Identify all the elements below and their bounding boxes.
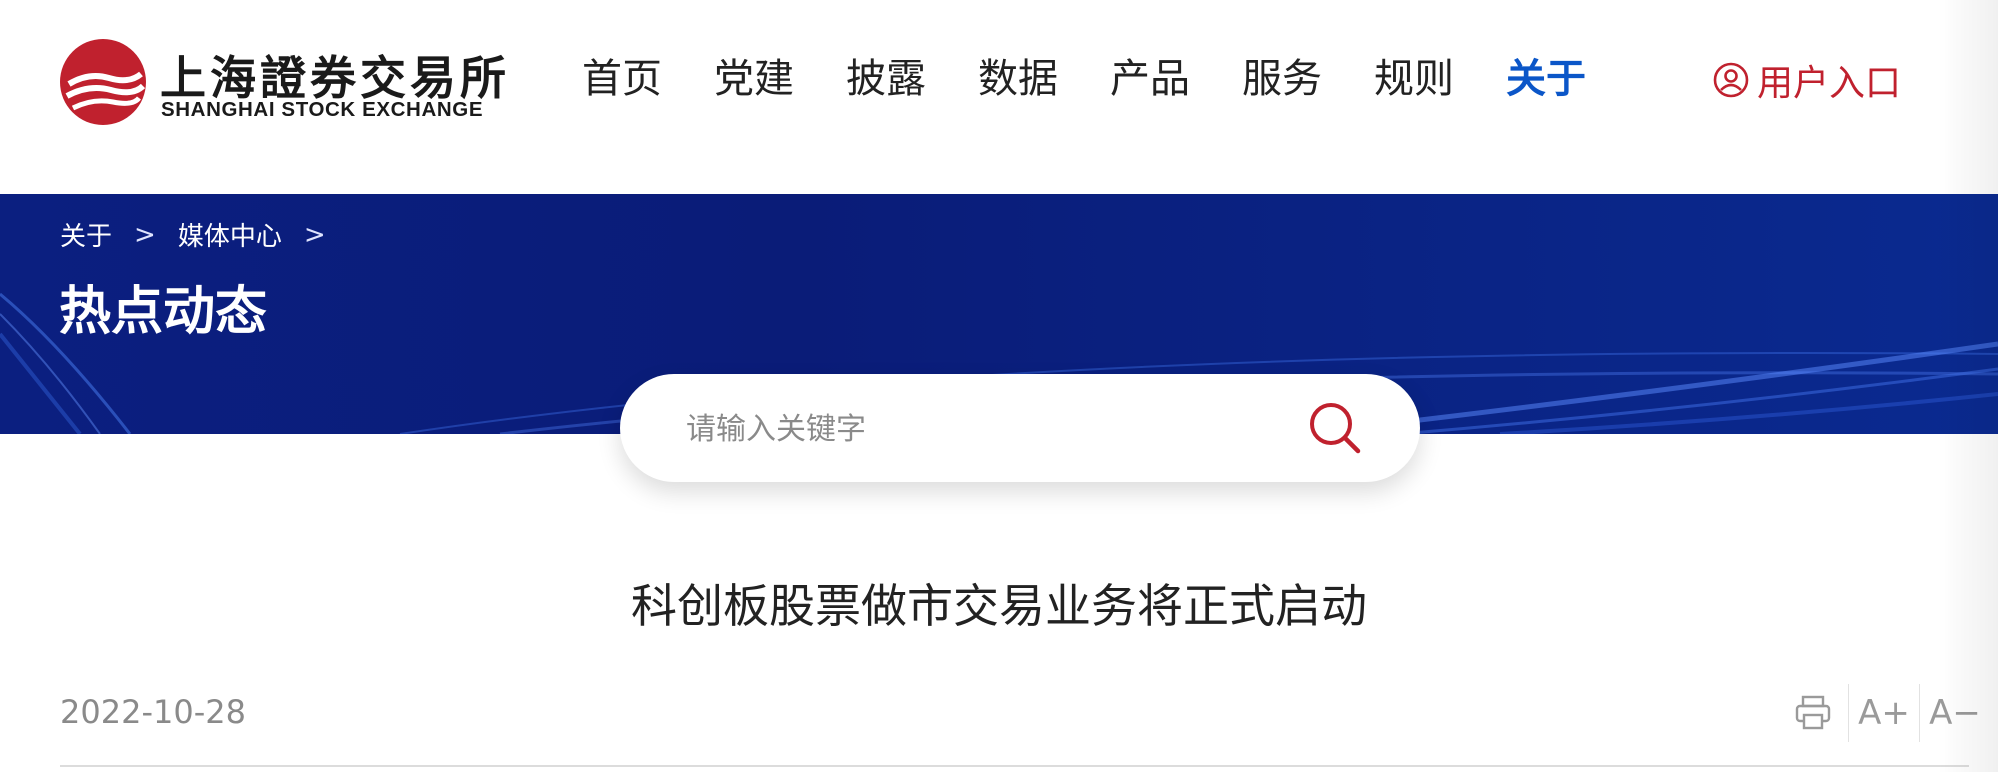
- nav-about[interactable]: 关于: [1506, 52, 1586, 106]
- main-nav: 首页 党建 披露 数据 产品 服务 规则 关于: [582, 52, 1586, 106]
- user-entry-label: 用户入口: [1757, 63, 1902, 104]
- search-box: [620, 374, 1420, 482]
- chevron-right-icon: >: [134, 219, 156, 250]
- divider-line: [60, 765, 1969, 767]
- nav-data[interactable]: 数据: [978, 52, 1058, 106]
- print-button[interactable]: [1778, 683, 1848, 743]
- font-decrease-button[interactable]: A−: [1920, 683, 1990, 743]
- site-header: 上海證券交易所 SHANGHAI STOCK EXCHANGE 首页 党建 披露…: [0, 0, 1998, 194]
- logo-english-name: SHANGHAI STOCK EXCHANGE: [161, 98, 484, 121]
- article-title: 科创板股票做市交易业务将正式启动: [631, 579, 1367, 633]
- search-icon[interactable]: [1305, 398, 1365, 458]
- page-title: 热点动态: [59, 282, 268, 342]
- nav-products[interactable]: 产品: [1110, 52, 1190, 106]
- search-input[interactable]: [684, 402, 1248, 456]
- nav-rules[interactable]: 规则: [1374, 52, 1454, 106]
- nav-home[interactable]: 首页: [582, 52, 662, 106]
- article-tools: A+ A−: [1778, 683, 1990, 743]
- sse-logo[interactable]: 上海證券交易所 SHANGHAI STOCK EXCHANGE: [59, 38, 506, 128]
- chevron-right-icon: >: [303, 219, 326, 250]
- user-entry-link[interactable]: 用户入口: [1713, 55, 1901, 105]
- user-icon: [1713, 62, 1749, 98]
- nav-disclosure[interactable]: 披露: [846, 52, 926, 106]
- nav-services[interactable]: 服务: [1242, 52, 1322, 106]
- breadcrumb: 关于 > 媒体中心 >: [60, 216, 326, 253]
- breadcrumb-about[interactable]: 关于: [60, 216, 112, 253]
- nav-party[interactable]: 党建: [714, 52, 794, 106]
- article-date: 2022-10-28: [60, 693, 246, 731]
- sse-emblem-icon: [60, 39, 146, 125]
- font-increase-button[interactable]: A+: [1849, 683, 1919, 743]
- printer-icon: [1795, 695, 1831, 730]
- breadcrumb-media-center[interactable]: 媒体中心: [178, 216, 282, 253]
